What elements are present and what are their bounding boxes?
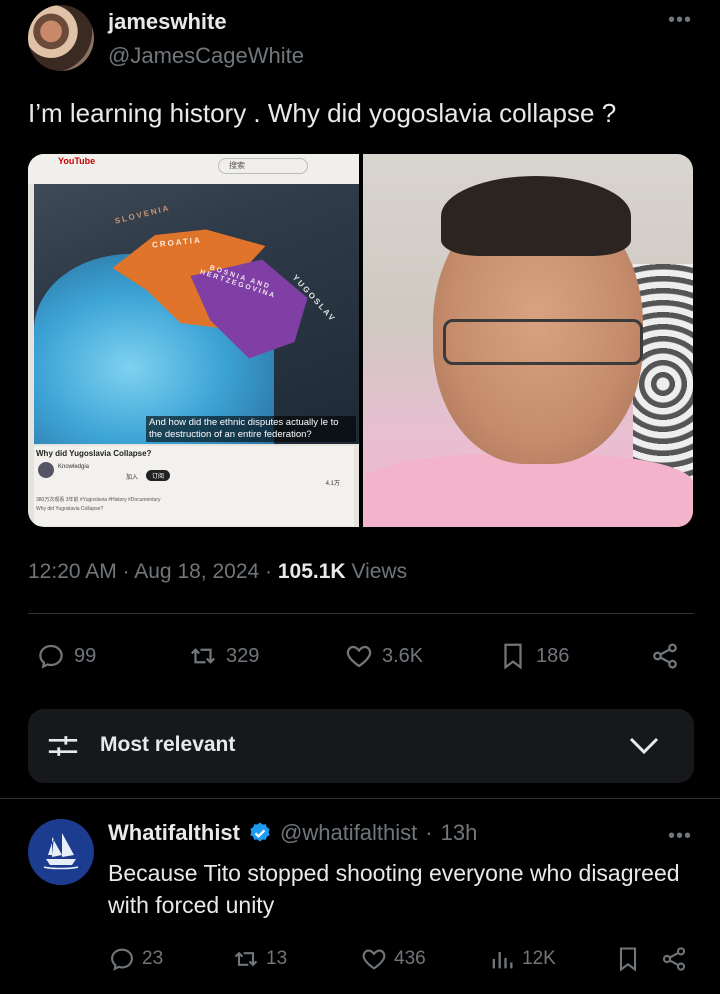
views-icon: [492, 952, 513, 969]
tweet-media: YouTube 搜索 SLOVENIA CROATIA BOSNIA AND H…: [28, 154, 693, 527]
video-meta: 380万次观看 3年前 #Yugoslavia #History #Docume…: [36, 496, 161, 514]
reply-reply-button[interactable]: 23: [108, 943, 163, 975]
author-avatar[interactable]: [28, 5, 94, 71]
reply-header: Whatifalthist @whatifalthist · 13h: [108, 820, 477, 846]
reply-views-button[interactable]: 12K: [488, 943, 556, 975]
more-options-icon[interactable]: •••: [668, 9, 692, 32]
yugoslavia-map: SLOVENIA CROATIA BOSNIA AND HERTZEGOVINA…: [34, 184, 359, 444]
reply-more-options-icon[interactable]: •••: [668, 825, 692, 848]
video-likes: 4.1万: [325, 481, 340, 487]
views-label: Views: [351, 560, 408, 583]
reply-sort-dropdown[interactable]: Most relevant: [28, 709, 694, 783]
video-meta-title: Why did Yugoslavia Collapse?: [36, 506, 104, 512]
reply-reply-count: 23: [142, 948, 164, 969]
tweet-text: I’m learning history . Why did yogoslavi…: [28, 98, 617, 128]
pink-shirt: [363, 454, 693, 527]
reply-retweet-button[interactable]: 13: [232, 943, 287, 975]
share-icon: [653, 643, 677, 669]
glasses: [443, 319, 643, 365]
video-subtitle: And how did the ethnic disputes actually…: [146, 416, 356, 442]
retweet-icon: [234, 951, 258, 967]
bookmark-icon: [504, 643, 522, 670]
youtube-top-bar: YouTube 搜索: [28, 154, 359, 184]
heart-icon: [362, 949, 386, 970]
reply-actions: 23 13 436 12K: [108, 943, 698, 975]
tweet-meta: 12:20 AM · Aug 18, 2024 · 105.1K Views: [28, 560, 407, 584]
youtube-search-box: 搜索: [218, 158, 308, 174]
tweet-date[interactable]: Aug 18, 2024: [134, 560, 259, 583]
verified-badge-icon: [250, 822, 270, 842]
media-image-map-screenshot[interactable]: YouTube 搜索 SLOVENIA CROATIA BOSNIA AND H…: [28, 154, 359, 527]
sort-label: Most relevant: [100, 733, 236, 756]
reply-separator: ·: [425, 820, 433, 845]
reply-like-count: 436: [394, 948, 426, 969]
bookmark-count: 186: [536, 644, 570, 667]
reply-time[interactable]: 13h: [441, 820, 478, 846]
reply-text: Because Tito stopped shooting everyone w…: [108, 860, 680, 918]
divider: [28, 613, 694, 614]
author-handle[interactable]: @JamesCageWhite: [108, 43, 304, 69]
retweet-count: 329: [226, 644, 260, 667]
tweet-actions: 99 329 3.6K 186: [36, 638, 686, 674]
retweet-icon: [190, 648, 216, 664]
video-meta-line: 380万次观看 3年前 #Yugoslavia #History #Docume…: [36, 497, 161, 503]
media-image-selfie[interactable]: [363, 154, 693, 527]
channel-avatar: [38, 462, 54, 478]
channel-name: Knowledgia: [58, 464, 90, 470]
tweet-time[interactable]: 12:20 AM: [28, 560, 117, 583]
youtube-logo: YouTube: [58, 156, 96, 166]
subscribe-button: 订阅: [146, 470, 171, 481]
video-info-panel: Why did Yugoslavia Collapse? Knowledgia …: [34, 446, 354, 526]
reply-share-button[interactable]: [660, 943, 688, 975]
reply-count: 99: [74, 644, 97, 667]
meta-separator: ·: [122, 560, 135, 583]
reply-button[interactable]: 99: [36, 638, 96, 674]
reply-handle[interactable]: @whatifalthist: [280, 820, 417, 846]
tweet-header: jameswhite @JamesCageWhite •••: [28, 5, 692, 71]
reply-bookmark-button[interactable]: [614, 943, 642, 975]
join-button: 加入: [126, 475, 139, 481]
reply-retweet-count: 13: [266, 948, 288, 969]
reply-views-count: 12K: [522, 948, 556, 969]
heart-icon: [346, 645, 372, 668]
meta-separator: ·: [265, 560, 278, 583]
map-label-slovenia: SLOVENIA: [113, 203, 172, 226]
views-count: 105.1K: [277, 560, 346, 583]
ship-icon: [43, 833, 79, 870]
author-display-name[interactable]: jameswhite: [108, 9, 227, 35]
video-title: Why did Yugoslavia Collapse?: [36, 449, 152, 458]
divider: [0, 798, 720, 799]
reply-like-button[interactable]: 436: [360, 943, 426, 975]
reply-display-name[interactable]: Whatifalthist: [108, 820, 240, 846]
hair: [441, 176, 631, 256]
chevron-down-icon: [629, 737, 659, 755]
share-button[interactable]: [650, 638, 680, 674]
like-count: 3.6K: [382, 644, 424, 667]
retweet-button[interactable]: 329: [188, 638, 259, 674]
reply-icon: [111, 948, 133, 971]
bookmark-button[interactable]: 186: [498, 638, 569, 674]
like-button[interactable]: 3.6K: [344, 638, 423, 674]
reply-author-avatar[interactable]: [28, 819, 94, 885]
reply-icon: [39, 644, 63, 669]
bookmark-icon: [619, 947, 637, 972]
share-icon: [662, 947, 686, 971]
sliders-icon: [48, 736, 78, 756]
